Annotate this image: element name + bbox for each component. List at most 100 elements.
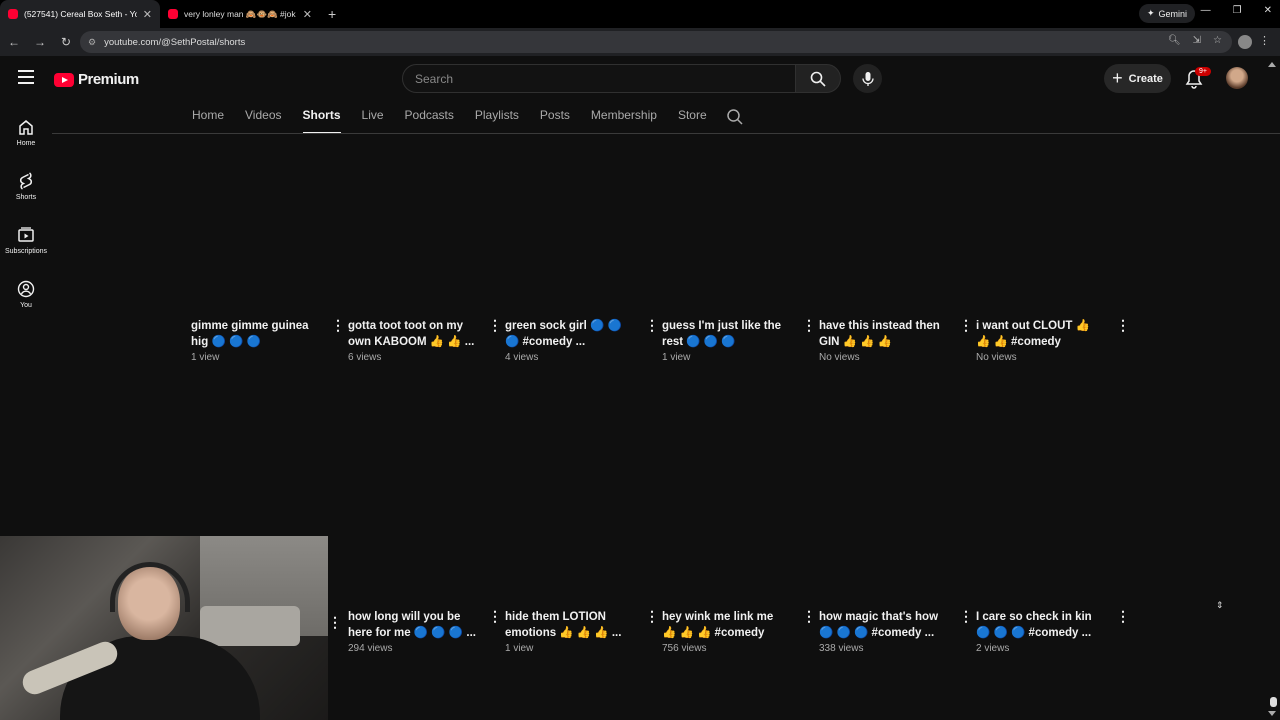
short-card[interactable]: how long will you be here for me 🔵 🔵 🔵 .… [348, 609, 502, 654]
short-title[interactable]: i want out CLOUT 👍 👍 👍 #comedy #shorts .… [976, 318, 1104, 350]
tab-podcasts[interactable]: Podcasts [405, 108, 454, 134]
short-title[interactable]: how magic that's how 🔵 🔵 🔵 #comedy ... [819, 609, 947, 641]
short-title[interactable]: hide them LOTION emotions 👍 👍 👍 ... [505, 609, 633, 641]
minimize-icon[interactable]: — [1201, 5, 1211, 16]
guide-item-subscriptions[interactable]: Subscriptions [0, 213, 52, 267]
short-title[interactable]: have this instead then GIN 👍 👍 👍 #comed.… [819, 318, 947, 350]
short-card[interactable]: guess I'm just like the rest 🔵 🔵 🔵 #come… [662, 318, 816, 363]
tab-home[interactable]: Home [192, 108, 224, 134]
gemini-label: Gemini [1158, 8, 1187, 19]
short-views: 1 view [191, 352, 220, 363]
more-options-icon[interactable]: ⋮ [488, 609, 502, 623]
microphone-icon [861, 71, 874, 86]
short-title[interactable]: how long will you be here for me 🔵 🔵 🔵 .… [348, 609, 476, 641]
tab-membership[interactable]: Membership [591, 108, 657, 134]
guide-label: Home [16, 139, 36, 147]
browser-profile-icon[interactable] [1238, 35, 1252, 49]
back-icon[interactable]: ← [2, 35, 26, 49]
hamburger-menu-icon[interactable] [18, 70, 34, 84]
browser-tab-1[interactable]: (527541) Cereal Box Seth - You ✕ [0, 0, 160, 28]
left-guide: Home Shorts Subscriptions You [0, 105, 52, 321]
guide-item-you[interactable]: You [0, 267, 52, 321]
gemini-button[interactable]: ✦ Gemini [1138, 4, 1195, 23]
tab-videos[interactable]: Videos [245, 108, 281, 134]
channel-search-icon[interactable] [726, 108, 744, 126]
plus-icon: + [1112, 68, 1123, 88]
tab-playlists[interactable]: Playlists [475, 108, 519, 134]
shorts-icon [20, 171, 32, 190]
address-bar-actions: 🔍︎ ⇲ ☆ [1168, 35, 1222, 46]
bookmark-star-icon[interactable]: ☆ [1213, 35, 1222, 46]
install-app-icon[interactable]: ⇲ [1193, 35, 1201, 46]
guide-item-home[interactable]: Home [0, 105, 52, 159]
short-views: 4 views [505, 352, 539, 363]
short-title[interactable]: green sock girl 🔵 🔵 🔵 #comedy ... [505, 318, 633, 350]
short-card[interactable]: gimme gimme guinea hig 🔵 🔵 🔵 #comedy... … [191, 318, 345, 363]
voice-search-button[interactable] [853, 64, 882, 93]
tab-shorts[interactable]: Shorts [302, 108, 341, 134]
more-options-icon[interactable]: ⋮ [1116, 318, 1130, 332]
search-button[interactable] [795, 64, 841, 93]
short-card[interactable]: hey wink me link me 👍 👍 👍 #comedy #shor.… [662, 609, 816, 654]
forward-icon[interactable]: → [28, 35, 52, 49]
short-card[interactable]: I care so check in kin 🔵 🔵 🔵 #comedy ...… [976, 609, 1130, 654]
more-options-icon[interactable]: ⋮ [645, 318, 659, 332]
youtube-play-icon [54, 72, 74, 87]
more-options-icon[interactable]: ⋮ [802, 318, 816, 332]
browser-tab-strip: (527541) Cereal Box Seth - You ✕ very lo… [0, 0, 1280, 28]
restore-icon[interactable]: ❐ [1233, 5, 1242, 16]
short-title[interactable]: gimme gimme guinea hig 🔵 🔵 🔵 #comedy... [191, 318, 319, 350]
short-views: No views [819, 352, 860, 363]
reload-icon[interactable]: ↻ [54, 35, 78, 49]
short-card[interactable]: have this instead then GIN 👍 👍 👍 #comed.… [819, 318, 973, 363]
browser-tab-2[interactable]: very lonley man 🙈🐵🙈 #jok ✕ [160, 0, 320, 28]
search-icon [810, 71, 826, 87]
youtube-favicon-icon [8, 9, 18, 19]
autoscroll-cursor-icon: ⇕ [1216, 600, 1224, 610]
short-title[interactable]: gotta toot toot on my own KABOOM 👍 👍 ... [348, 318, 476, 350]
short-card[interactable]: green sock girl 🔵 🔵 🔵 #comedy ... 4 view… [505, 318, 659, 363]
short-title[interactable]: hey wink me link me 👍 👍 👍 #comedy #shor.… [662, 609, 790, 641]
more-options-icon[interactable]: ⋮ [1116, 609, 1130, 623]
more-options-icon[interactable]: ⋮ [645, 609, 659, 623]
short-views: 756 views [662, 643, 707, 654]
guide-item-shorts[interactable]: Shorts [0, 159, 52, 213]
short-card[interactable]: i want out CLOUT 👍 👍 👍 #comedy #shorts .… [976, 318, 1130, 363]
account-avatar[interactable] [1226, 67, 1248, 89]
close-tab-icon[interactable]: ✕ [143, 8, 152, 21]
short-title[interactable]: guess I'm just like the rest 🔵 🔵 🔵 #come… [662, 318, 790, 350]
more-options-icon[interactable]: ⋮ [959, 318, 973, 332]
short-card[interactable]: gotta toot toot on my own KABOOM 👍 👍 ...… [348, 318, 502, 363]
tab-live[interactable]: Live [362, 108, 384, 134]
scroll-up-arrow-icon[interactable] [1268, 62, 1276, 67]
window-controls: — ❐ ✕ [1201, 5, 1272, 16]
zoom-icon[interactable]: 🔍︎ [1168, 35, 1181, 46]
short-card[interactable]: how magic that's how 🔵 🔵 🔵 #comedy ... 3… [819, 609, 973, 654]
site-info-icon[interactable]: ⚙ [88, 37, 96, 48]
scrollbar-thumb[interactable] [1270, 697, 1277, 707]
more-options-icon[interactable]: ⋮ [959, 609, 973, 623]
close-tab-icon[interactable]: ✕ [303, 8, 312, 21]
scroll-down-arrow-icon[interactable] [1268, 711, 1276, 716]
search-input[interactable]: Search [402, 64, 796, 93]
short-views: 294 views [348, 643, 393, 654]
tab-title: (527541) Cereal Box Seth - You [24, 9, 137, 19]
browser-toolbar: ← → ↻ ⚙ youtube.com/@SethPostal/shorts 🔍… [0, 28, 1280, 56]
more-options-icon[interactable]: ⋮ [331, 318, 345, 332]
address-bar[interactable]: ⚙ youtube.com/@SethPostal/shorts 🔍︎ ⇲ ☆ [80, 31, 1232, 53]
create-button[interactable]: + Create [1104, 64, 1171, 93]
youtube-logo[interactable]: Premium [54, 71, 139, 88]
more-options-icon[interactable]: ⋮ [802, 609, 816, 623]
more-options-icon[interactable]: ⋮ [328, 614, 342, 631]
youtube-header: Premium Search + Create 9+ [0, 58, 1280, 100]
tab-posts[interactable]: Posts [540, 108, 570, 134]
logo-text: Premium [78, 71, 139, 88]
short-title[interactable]: I care so check in kin 🔵 🔵 🔵 #comedy ... [976, 609, 1104, 641]
close-window-icon[interactable]: ✕ [1264, 5, 1272, 16]
tab-store[interactable]: Store [678, 108, 707, 134]
short-card[interactable]: hide them LOTION emotions 👍 👍 👍 ... 1 vi… [505, 609, 659, 654]
guide-label: Subscriptions [4, 247, 48, 255]
new-tab-button[interactable]: + [328, 6, 336, 22]
browser-menu-icon[interactable]: ⋮ [1259, 34, 1270, 47]
more-options-icon[interactable]: ⋮ [488, 318, 502, 332]
